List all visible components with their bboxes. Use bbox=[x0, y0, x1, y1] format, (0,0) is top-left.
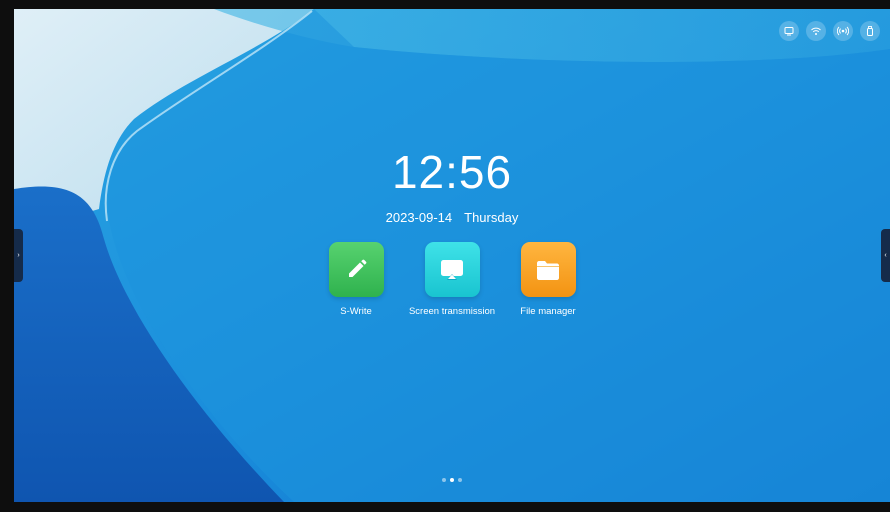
left-sidebar-handle[interactable]: › bbox=[14, 229, 23, 282]
page-dot[interactable] bbox=[442, 478, 446, 482]
display-icon[interactable] bbox=[779, 21, 799, 41]
page-dot-active[interactable] bbox=[450, 478, 454, 482]
clock-date: 2023-09-14 bbox=[385, 210, 453, 225]
page-indicator[interactable] bbox=[14, 478, 890, 482]
page-dot[interactable] bbox=[458, 478, 462, 482]
app-shortcuts: S-Write Screen transmission File manager bbox=[328, 242, 616, 318]
date-row: 2023-09-14 Thursday bbox=[14, 210, 890, 225]
pencil-icon bbox=[349, 259, 367, 277]
wifi-icon[interactable] bbox=[806, 21, 826, 41]
chevron-right-icon: › bbox=[17, 252, 20, 259]
clock-weekday: Thursday bbox=[464, 210, 519, 225]
app-label: File manager bbox=[520, 306, 576, 317]
app-tile[interactable] bbox=[424, 242, 480, 297]
clock-time: 12:56 bbox=[391, 146, 513, 198]
app-label: S-Write bbox=[340, 306, 372, 317]
hotspot-icon[interactable] bbox=[833, 21, 853, 41]
app-file-manager[interactable]: File manager bbox=[520, 242, 576, 318]
right-sidebar-handle[interactable]: ‹ bbox=[881, 229, 890, 282]
screencast-icon bbox=[441, 259, 463, 280]
app-s-write[interactable]: S-Write bbox=[328, 242, 384, 318]
app-tile[interactable] bbox=[328, 242, 384, 297]
app-tile[interactable] bbox=[520, 242, 576, 297]
folder-icon bbox=[537, 260, 559, 280]
chevron-left-icon: ‹ bbox=[884, 252, 887, 259]
app-label: Screen transmission bbox=[408, 306, 496, 317]
home-screen: 12:56 2023-09-14Thursday S-Write Screen bbox=[14, 9, 890, 502]
status-bar bbox=[779, 21, 880, 41]
app-screen-transmission[interactable]: Screen transmission bbox=[409, 242, 495, 318]
usb-icon[interactable] bbox=[860, 21, 880, 41]
